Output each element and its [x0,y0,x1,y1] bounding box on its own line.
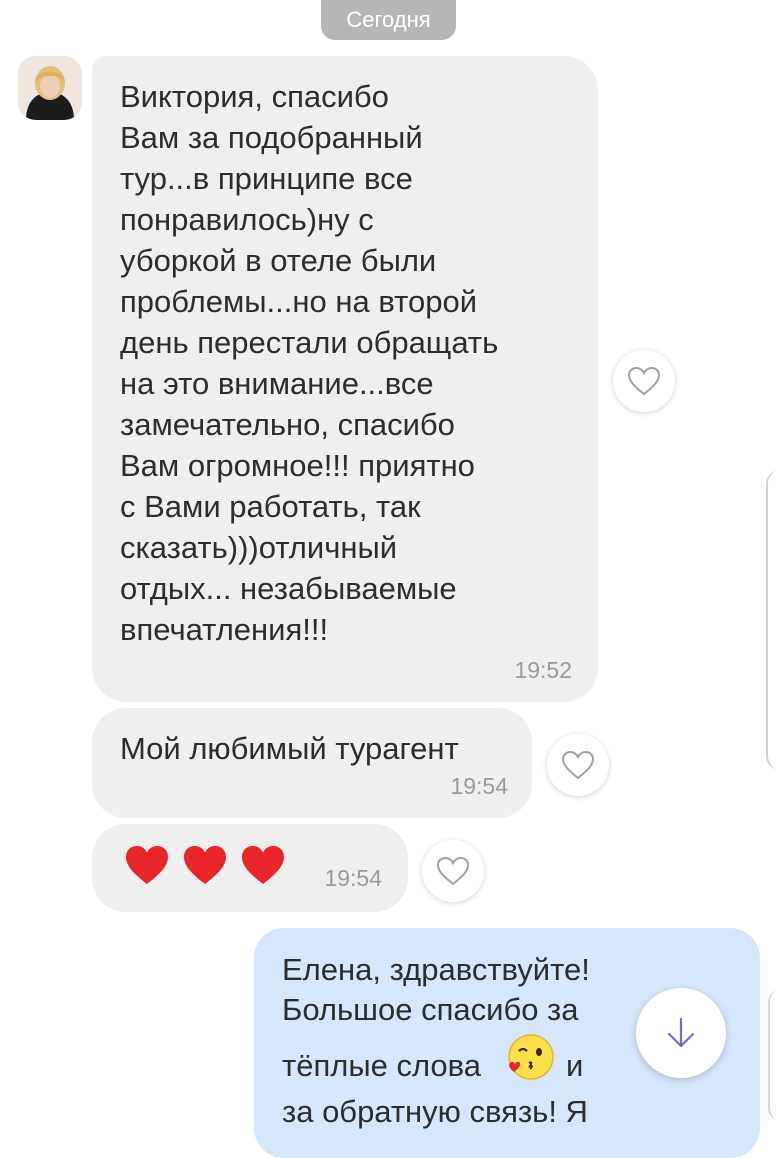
message-text-line: тёплые слова [282,1048,481,1083]
message-time: 19:52 [514,657,572,683]
scroll-to-bottom-button[interactable] [636,988,726,1078]
incoming-message[interactable]: Виктория, спасибо Вам за подобранный тур… [92,56,598,702]
message-text-line: Большое спасибо за [282,992,579,1027]
contact-avatar[interactable] [18,56,82,120]
red-heart-emoji [242,846,284,884]
incoming-message[interactable]: 19:54 [92,824,408,912]
side-panel-handle[interactable] [766,470,778,770]
message-text: Мой любимый турагент [120,731,459,766]
like-button[interactable] [422,840,484,902]
message-text-line: Елена, здравствуйте! [282,952,590,987]
message-time: 19:54 [450,773,508,799]
message-text-line: и [566,1048,584,1083]
message-text-line: за обратную связь! Я [282,1094,588,1129]
incoming-message[interactable]: Мой любимый турагент 19:54 [92,708,532,818]
like-button[interactable] [613,350,675,412]
blowing-kiss-emoji [508,1034,554,1080]
date-divider: Сегодня [321,0,456,40]
side-panel-handle[interactable] [768,990,778,1120]
red-heart-emoji [126,846,168,884]
red-heart-emoji [184,846,226,884]
arrow-down-icon [667,1017,695,1048]
heart-outline-icon [627,366,661,396]
heart-outline-icon [561,750,595,780]
avatar-photo [18,56,82,120]
like-button[interactable] [547,734,609,796]
message-text: Виктория, спасибо Вам за подобранный тур… [120,79,499,647]
message-time: 19:54 [324,865,382,891]
emoji-row [124,844,286,886]
heart-outline-icon [436,856,470,886]
